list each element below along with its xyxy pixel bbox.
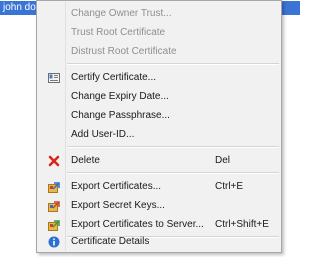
menu-separator — [67, 63, 279, 65]
menu-item-change-owner-trust[interactable]: Change Owner Trust... — [39, 4, 279, 24]
export-server-icon — [48, 219, 60, 231]
menu-item-add-user-id[interactable]: Add User-ID... — [39, 125, 279, 145]
certificate-list-background — [0, 16, 36, 257]
menu-item-label: Certificate Details — [71, 236, 150, 247]
menu-separator — [67, 146, 279, 148]
menu-item-label: Trust Root Certificate — [71, 27, 166, 38]
menu-item-trust-root-certificate[interactable]: Trust Root Certificate — [39, 23, 279, 43]
menu-item-change-passphrase[interactable]: Change Passphrase... — [39, 106, 279, 126]
menu-item-label: Add User-ID... — [71, 129, 135, 140]
export-secret-icon — [48, 200, 60, 212]
menu-item-label: Export Secret Keys... — [71, 200, 165, 211]
menu-item-label: Change Passphrase... — [71, 110, 170, 121]
menu-item-label: Change Expiry Date... — [71, 91, 169, 102]
context-menu: Change Owner Trust... Trust Root Certifi… — [36, 0, 282, 253]
menu-item-change-expiry-date[interactable]: Change Expiry Date... — [39, 87, 279, 107]
menu-item-certify-certificate[interactable]: Certify Certificate... — [39, 68, 279, 88]
menu-item-label: Distrust Root Certificate — [71, 46, 177, 57]
menu-item-export-secret-keys[interactable]: Export Secret Keys... — [39, 196, 279, 216]
export-icon — [48, 181, 60, 193]
menu-item-shortcut: Ctrl+E — [215, 181, 244, 192]
menu-item-label: Certify Certificate... — [71, 72, 157, 83]
menu-item-distrust-root-certificate[interactable]: Distrust Root Certificate — [39, 42, 279, 62]
certify-icon — [48, 72, 60, 84]
menu-item-export-certificates[interactable]: Export Certificates... Ctrl+E — [39, 177, 279, 197]
info-icon — [48, 236, 60, 248]
menu-separator — [67, 172, 279, 174]
menu-item-shortcut: Del — [215, 155, 231, 166]
menu-item-label: Export Certificates... — [71, 181, 162, 192]
menu-item-certificate-details[interactable]: Certificate Details — [39, 232, 279, 252]
menu-item-label: Delete — [71, 155, 100, 166]
delete-icon — [48, 155, 60, 167]
menu-item-delete[interactable]: Delete Del — [39, 151, 279, 171]
menu-item-label: Change Owner Trust... — [71, 8, 172, 19]
